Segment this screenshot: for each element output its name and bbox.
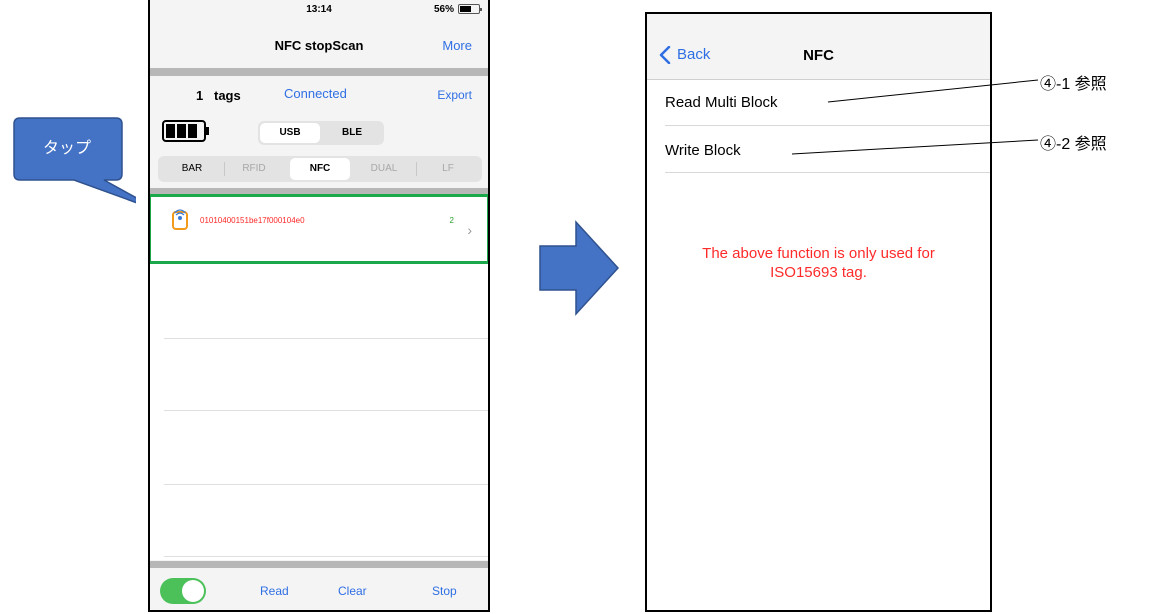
iso15693-note: The above function is only used for ISO1… bbox=[647, 244, 990, 282]
divider bbox=[164, 338, 488, 339]
tab-rfid[interactable]: RFID bbox=[224, 158, 284, 180]
reference-label: ④-1 参照 bbox=[1040, 76, 1107, 93]
divider bbox=[150, 68, 488, 76]
tag-list: 01010400151be17f000104e0 2 › bbox=[150, 194, 488, 560]
battery-icon bbox=[458, 4, 482, 14]
status-battery-percent: 56% bbox=[433, 4, 454, 15]
scan-screen: 13:14 56% NFC stopScan More 1 tags Conne… bbox=[148, 0, 490, 612]
reference-leader-lines bbox=[791, 79, 1039, 155]
tab-separator bbox=[416, 162, 417, 176]
connection-status: Connected bbox=[284, 86, 347, 101]
interface-row: USB BLE bbox=[150, 114, 488, 150]
page-title: NFC stopScan bbox=[274, 38, 364, 53]
read-button[interactable]: Read bbox=[260, 584, 289, 598]
more-button[interactable]: More bbox=[442, 38, 472, 53]
segment-ble[interactable]: BLE bbox=[322, 123, 382, 143]
divider bbox=[150, 561, 488, 568]
mode-tabs: BAR RFID NFC DUAL LF bbox=[158, 156, 482, 182]
menu-item-write-block[interactable]: Write Block bbox=[665, 142, 741, 159]
divider bbox=[164, 484, 488, 485]
status-bar: 13:14 56% bbox=[150, 0, 488, 22]
stop-button[interactable]: Stop bbox=[432, 584, 457, 598]
divider bbox=[164, 556, 488, 557]
scan-info-row: 1 tags Connected Export bbox=[150, 76, 488, 112]
tab-bar[interactable]: BAR bbox=[162, 158, 222, 180]
interface-segmented-control: USB BLE bbox=[258, 121, 384, 145]
tag-count: 1 bbox=[196, 88, 204, 103]
tab-nfc[interactable]: NFC bbox=[290, 158, 350, 180]
leader-line bbox=[827, 79, 1039, 103]
nav-bar: NFC stopScan More bbox=[150, 22, 488, 68]
export-button[interactable]: Export bbox=[437, 88, 472, 102]
bottom-toolbar: Read Clear Stop bbox=[150, 568, 488, 610]
segment-usb[interactable]: USB bbox=[260, 123, 320, 143]
tap-highlight-box bbox=[150, 194, 488, 264]
reference-label: ④-2 参照 bbox=[1040, 136, 1107, 153]
reader-battery-icon bbox=[162, 120, 209, 142]
clear-button[interactable]: Clear bbox=[338, 584, 367, 598]
leader-line bbox=[791, 139, 1039, 155]
note-line: The above function is only used for bbox=[702, 245, 935, 262]
arrow-right-icon bbox=[539, 220, 620, 316]
tag-count-label: tags bbox=[214, 88, 241, 103]
tab-lf[interactable]: LF bbox=[418, 158, 478, 180]
callout-text: タップ bbox=[42, 140, 91, 157]
tab-dual[interactable]: DUAL bbox=[354, 158, 414, 180]
divider bbox=[665, 172, 990, 173]
divider bbox=[164, 410, 488, 411]
read-toggle[interactable] bbox=[160, 578, 206, 604]
note-line: ISO15693 tag. bbox=[770, 264, 867, 281]
